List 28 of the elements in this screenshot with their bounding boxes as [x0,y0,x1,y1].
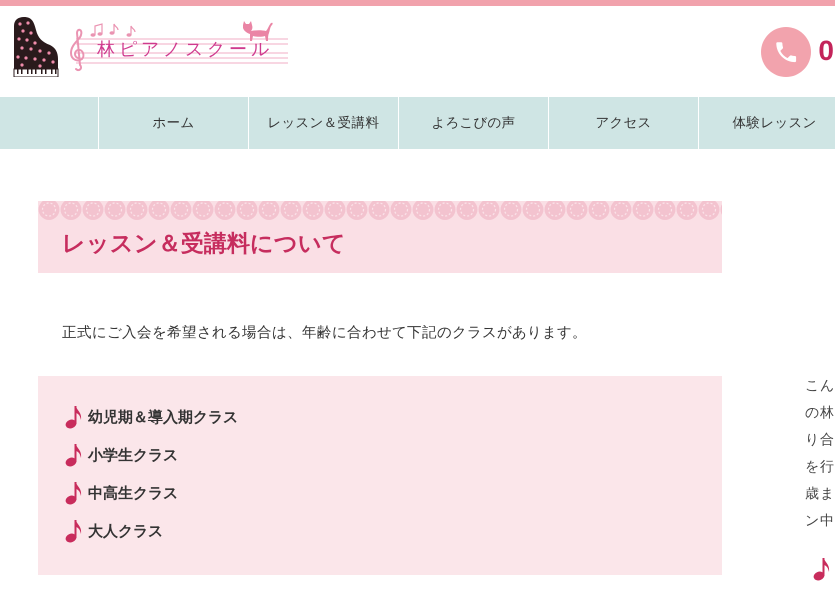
intro-text: 正式にご入会を希望される場合は、年齢に合わせて下記のクラスがあります。 [62,324,588,343]
grand-piano-icon [13,17,59,77]
music-note-icon [65,405,82,429]
logo-text: 林ピアノスクール [97,38,273,62]
music-note-icon [813,557,830,581]
text-line: ン中 [805,512,835,531]
phone-icon [761,27,812,77]
nav-link[interactable]: ホーム [98,97,248,149]
text-line: を行 [805,458,835,477]
music-notes-icon [90,22,136,38]
nav-link[interactable]: 体験レッスン [698,97,835,149]
text-line: 歳ま [805,485,835,504]
nav-link[interactable]: アクセス [548,97,698,149]
phone-number: 0 [818,35,834,67]
class-name: 大人クラス [88,522,163,540]
cat-icon [242,21,274,41]
nav-link[interactable]: レッスン＆受講料 [248,97,398,149]
class-name: 幼児期＆導入期クラス [88,408,238,426]
music-note-icon [65,519,82,543]
text-line: り合 [805,431,835,450]
text-line: の林 [805,404,835,423]
nav-link[interactable]: よろこびの声 [398,97,548,149]
class-name: 中高生クラス [88,484,178,502]
text-line: こん [805,377,835,396]
class-name: 小学生クラス [88,446,178,464]
music-note-icon [65,481,82,505]
music-note-icon [65,443,82,467]
section-title: レッスン＆受講料について [62,230,347,259]
